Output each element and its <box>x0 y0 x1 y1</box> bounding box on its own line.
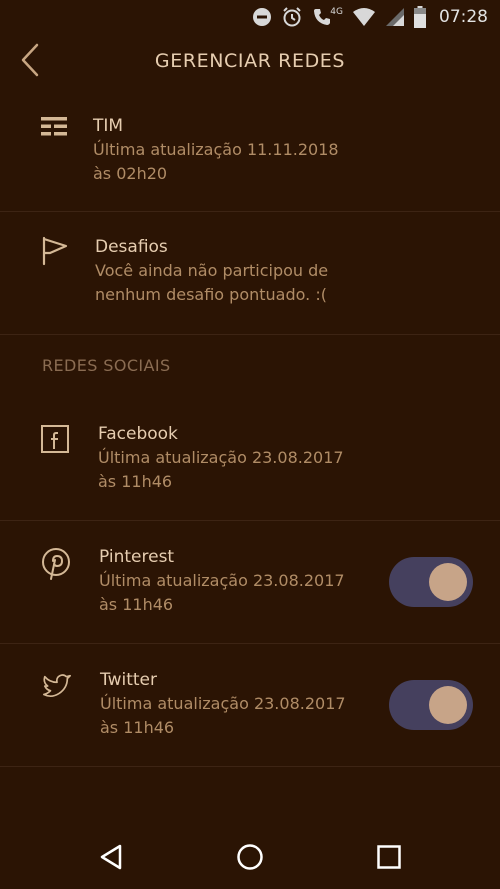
app-bar: GERENCIAR REDES <box>0 40 500 84</box>
social-row-pinterest[interactable]: Pinterest Última atualização 23.08.2017 … <box>0 521 500 644</box>
pinterest-toggle[interactable] <box>389 557 473 607</box>
social-row-facebook[interactable]: Facebook Última atualização 23.08.2017 à… <box>0 398 500 521</box>
social-row-twitter[interactable]: Twitter Última atualização 23.08.2017 às… <box>0 644 500 767</box>
page-title: GERENCIAR REDES <box>154 50 346 72</box>
social-subtitle: Última atualização 23.08.2017 às 11h46 <box>98 448 344 491</box>
wifi-icon <box>352 7 376 27</box>
call-4g-icon: 4G <box>312 7 343 27</box>
list-icon <box>39 112 69 142</box>
battery-icon <box>414 6 426 28</box>
network-type-label: 4G <box>330 7 343 17</box>
do-not-disturb-icon <box>252 7 272 27</box>
account-row-tim[interactable]: TIM Última atualização 11.11.2018 às 02h… <box>0 100 500 212</box>
social-subtitle: Última atualização 23.08.2017 às 11h46 <box>100 694 346 737</box>
twitter-icon <box>42 672 72 702</box>
system-nav-bar <box>0 829 500 889</box>
twitter-toggle[interactable] <box>389 680 473 730</box>
recents-square-icon <box>376 844 402 874</box>
social-subtitle: Última atualização 23.08.2017 às 11h46 <box>99 571 345 614</box>
nav-back-button[interactable] <box>91 839 131 879</box>
signal-icon <box>385 7 405 27</box>
nav-recents-button[interactable] <box>369 839 409 879</box>
social-name: Facebook <box>98 424 178 444</box>
toggle-knob <box>429 563 467 601</box>
pinterest-icon <box>41 548 71 580</box>
nav-home-button[interactable] <box>230 839 270 879</box>
status-time: 07:28 <box>439 7 488 27</box>
account-name: TIM <box>93 116 124 136</box>
toggle-knob <box>429 686 467 724</box>
social-name: Twitter <box>100 670 157 690</box>
facebook-icon <box>40 424 70 454</box>
home-circle-icon <box>236 843 264 875</box>
account-subtitle: Última atualização 11.11.2018 às 02h20 <box>93 140 339 183</box>
account-name: Desafios <box>95 237 168 257</box>
flag-icon <box>40 236 70 266</box>
account-subtitle: Você ainda não participou de nenhum desa… <box>95 261 329 304</box>
back-triangle-icon <box>98 843 124 875</box>
alarm-icon <box>281 6 303 28</box>
account-row-desafios[interactable]: Desafios Você ainda não participou de ne… <box>0 212 500 335</box>
social-name: Pinterest <box>99 547 175 567</box>
section-header-social: REDES SOCIAIS <box>42 356 171 375</box>
status-bar: 4G 07:28 <box>0 0 500 34</box>
